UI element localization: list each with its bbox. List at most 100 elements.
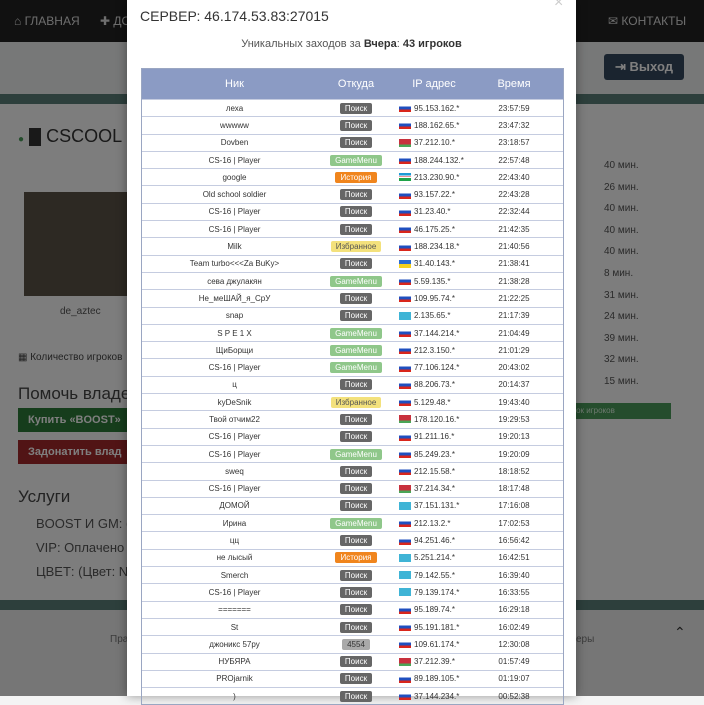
table-row: Не_меШАЙ_я_СрУ Поиск 109.95.74.* 21:22:25 [142, 289, 563, 306]
ip-address: 89.189.105.* [414, 674, 460, 684]
table-row: джоникс 57ру 4554 109.61.174.* 12:30:08 [142, 635, 563, 652]
player-nick: CS-16 | Player [208, 224, 261, 234]
player-nick: CS-16 | Player [208, 207, 261, 217]
source-badge: Избранное [330, 396, 382, 408]
country-flag-icon [399, 553, 411, 562]
ip-address: 31.40.143.* [414, 259, 455, 269]
ip-address: 46.175.25.* [414, 224, 455, 234]
player-nick: CS-16 | Player [208, 363, 261, 373]
source-cell: Избранное [327, 396, 385, 408]
table-row: CS-16 | Player GameMenu 85.249.23.* 19:20:0… [142, 444, 563, 462]
ip-cell: 91.211.16.* [385, 432, 483, 441]
player-nick: S P E 1 X [217, 328, 252, 338]
country-flag-icon [399, 363, 411, 372]
table-row: ======= Поиск 95.189.74.* 16:29:18 [142, 600, 563, 618]
country-flag-icon [399, 380, 411, 389]
player-nick: Ирина [222, 518, 247, 528]
source-cell: Поиск [327, 569, 385, 581]
ip-cell: 31.23.40.* [385, 207, 483, 216]
ip-cell: 88.206.73.* [385, 380, 483, 389]
ip-cell: 212.13.2.* [385, 519, 483, 528]
source-badge: GameMenu [330, 275, 382, 287]
source-badge: Избранное [330, 241, 382, 253]
source-badge: Поиск [339, 621, 373, 633]
ip-cell: 85.249.23.* [385, 450, 483, 459]
source-badge: Поиск [339, 604, 373, 616]
visit-time: 23:47:32 [498, 120, 530, 130]
ip-address: 79.142.55.* [414, 570, 455, 580]
visit-time: 19:20:13 [498, 432, 530, 442]
table-row: Ирина GameMenu 212.13.2.* 17:02:53 [142, 514, 563, 531]
source-cell: Поиск [327, 465, 385, 477]
country-flag-icon [399, 207, 411, 216]
ip-address: 109.95.74.* [414, 293, 455, 303]
player-nick: St [230, 622, 239, 632]
player-nick: ц [232, 380, 237, 390]
visit-time: 21:42:35 [498, 224, 530, 234]
source-cell: История [327, 552, 385, 564]
ip-address: 77.106.124.* [414, 363, 460, 373]
player-nick: google [222, 172, 247, 182]
ip-cell: 5.59.135.* [385, 277, 483, 286]
visit-time: 19:43:40 [498, 397, 530, 407]
source-badge: История [335, 171, 377, 183]
ip-address: 188.234.18.* [414, 242, 460, 252]
country-flag-icon [399, 536, 411, 545]
source-cell: Избранное [327, 241, 385, 253]
table-row: Dovben Поиск 37.212.10.* 23:18:57 [142, 133, 563, 151]
table-row: цц Поиск 94.251.46.* 16:56:42 [142, 531, 563, 548]
player-nick: kyDeSnik [217, 397, 252, 407]
close-icon[interactable]: × [554, 0, 563, 12]
country-flag-icon [399, 640, 411, 649]
player-nick: CS-16 | Player [208, 155, 261, 165]
ip-address: 5.129.48.* [414, 397, 451, 407]
source-badge: История [335, 552, 377, 564]
country-flag-icon [399, 501, 411, 510]
ip-cell: 5.251.214.* [385, 553, 483, 562]
source-cell: GameMenu [327, 344, 385, 356]
table-row: CS-16 | Player Поиск 31.23.40.* 22:32:44 [142, 202, 563, 220]
ip-cell: 95.153.162.* [385, 104, 483, 113]
player-nick: цц [229, 536, 240, 546]
source-badge: GameMenu [330, 448, 382, 460]
source-cell: GameMenu [327, 327, 385, 339]
server-address: СЕРВЕР: 46.174.53.83:27015 [140, 8, 329, 24]
table-row: PROjarnik Поиск 89.189.105.* 01:19:07 [142, 669, 563, 687]
visit-time: 18:17:48 [498, 484, 530, 494]
ip-cell: 77.106.124.* [385, 363, 483, 372]
country-flag-icon [399, 450, 411, 459]
visit-time: 19:20:09 [498, 449, 530, 459]
ip-address: 95.191.181.* [414, 622, 460, 632]
table-row: CS-16 | Player GameMenu 188.244.132.* 22:57… [142, 150, 563, 168]
visit-time: 17:02:53 [498, 518, 530, 528]
country-flag-icon [399, 242, 411, 251]
ip-cell: 212.15.58.* [385, 467, 483, 476]
country-flag-icon [399, 674, 411, 683]
table-row: ц Поиск 88.206.73.* 20:14:37 [142, 375, 563, 393]
ip-cell: 37.212.10.* [385, 138, 483, 147]
country-flag-icon [399, 173, 411, 182]
source-badge: Поиск [339, 673, 373, 685]
source-badge: Поиск [339, 189, 373, 201]
visit-time: 22:43:40 [498, 172, 530, 182]
source-cell: Поиск [327, 673, 385, 685]
ip-cell: 188.234.18.* [385, 242, 483, 251]
player-nick: snap [225, 311, 244, 321]
source-badge: Поиск [339, 379, 373, 391]
country-flag-icon [399, 156, 411, 165]
country-flag-icon [399, 104, 411, 113]
ip-address: 37.151.131.* [414, 501, 460, 511]
source-cell: Поиск [327, 206, 385, 218]
country-flag-icon [399, 605, 411, 614]
ip-address: 37.144.214.* [414, 328, 460, 338]
visit-time: 21:22:25 [498, 293, 530, 303]
source-badge: Поиск [339, 137, 373, 149]
ip-cell: 188.162.65.* [385, 121, 483, 130]
source-badge: Поиск [339, 483, 373, 495]
player-nick: CS-16 | Player [208, 587, 261, 597]
ip-address: 5.59.135.* [414, 276, 451, 286]
table-row: НУБЯРА Поиск 37.212.39.* 01:57:49 [142, 652, 563, 670]
source-badge: Поиск [339, 586, 373, 598]
source-badge: Поиск [339, 119, 373, 131]
country-flag-icon [399, 398, 411, 407]
